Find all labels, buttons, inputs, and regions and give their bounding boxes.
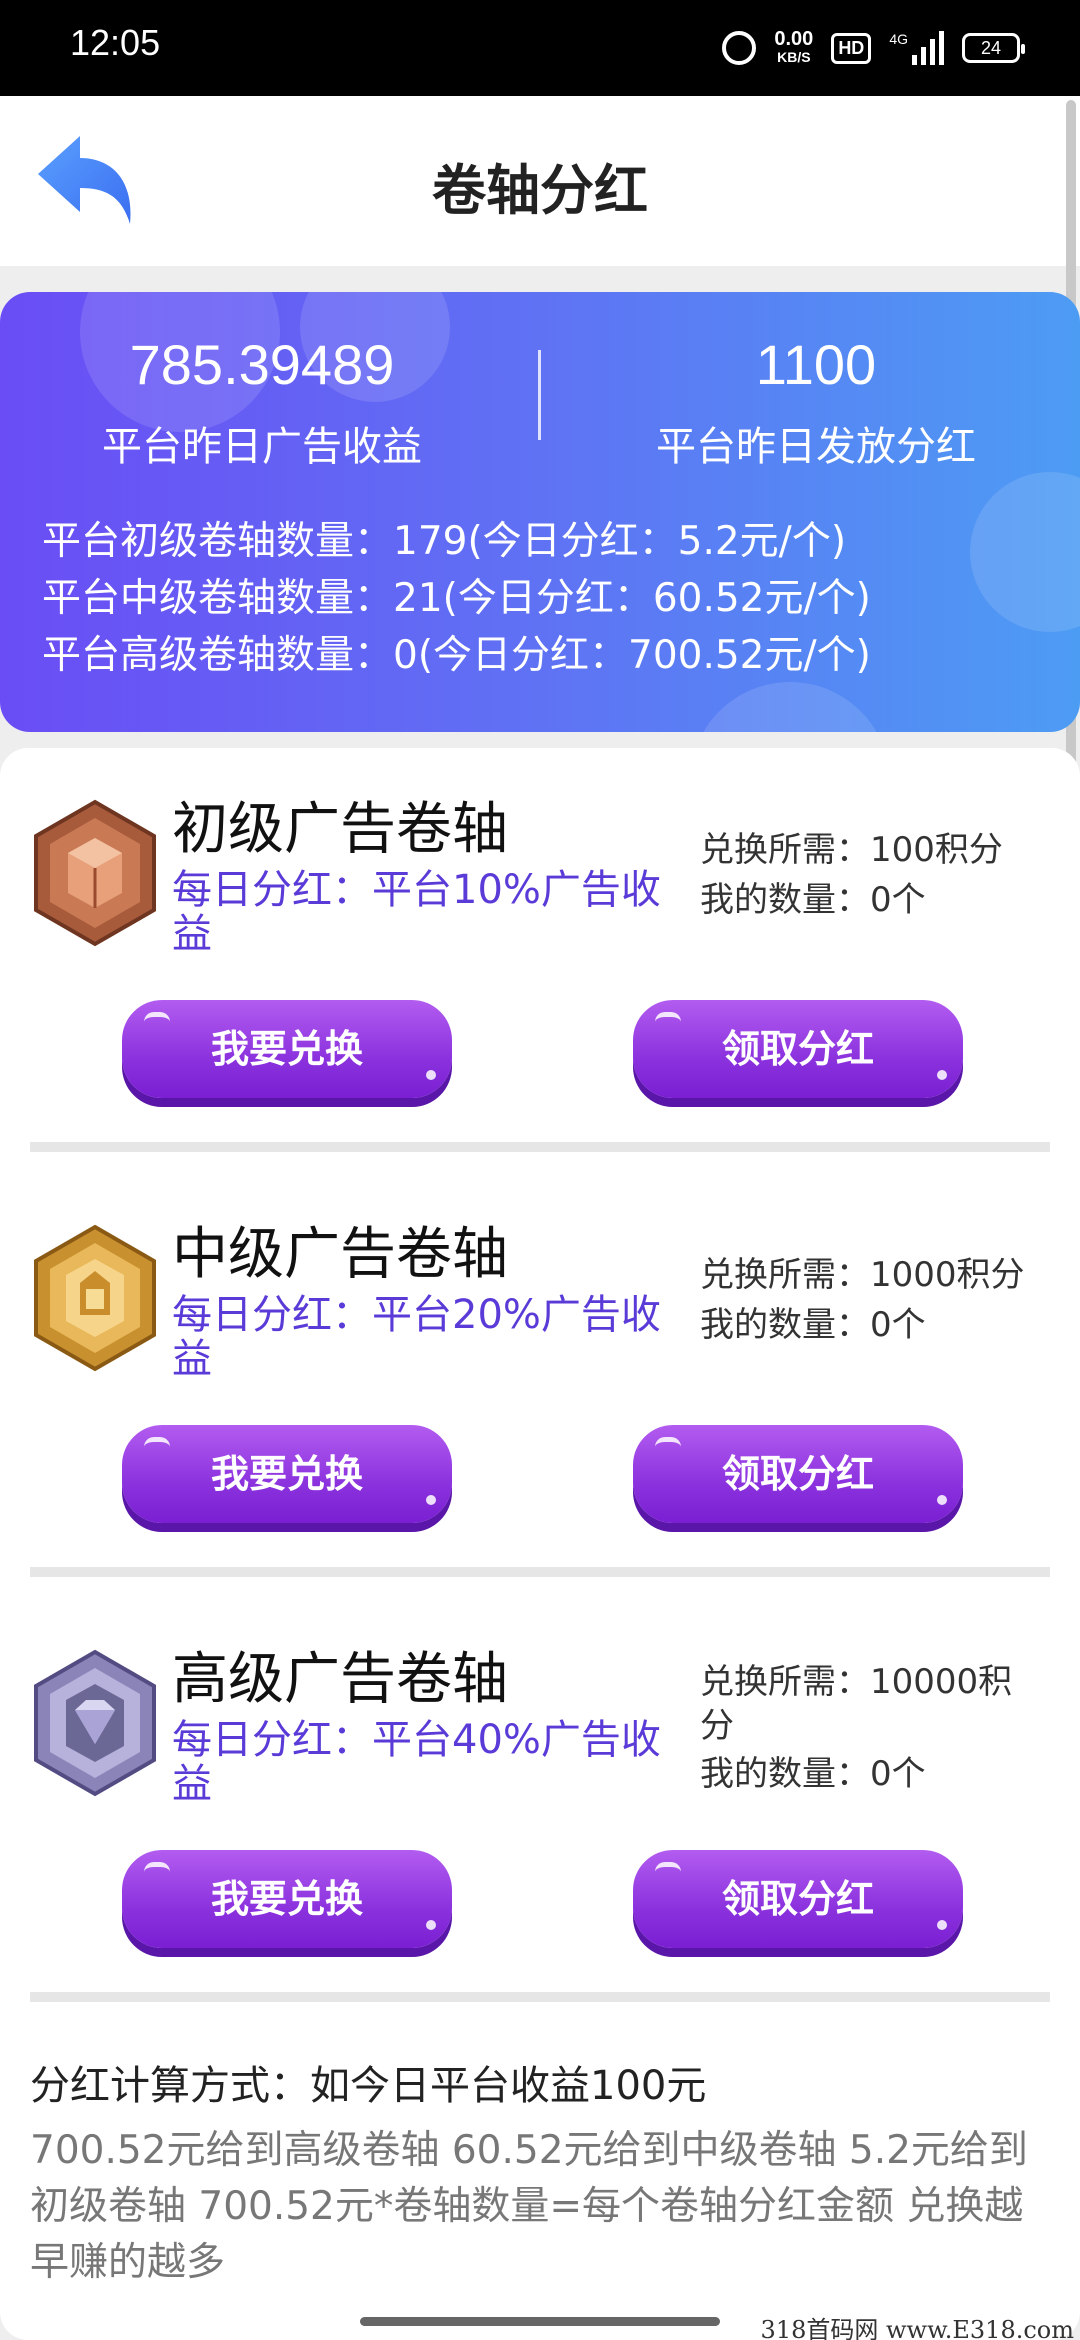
intermediate-scroll-count: 平台中级卷轴数量：21(今日分红：60.52元/个): [42, 576, 871, 621]
tier-intermediate: 中级广告卷轴 每日分红：平台20%广告收益 兑换所需：1000积分 我的数量：0…: [0, 1173, 1080, 1598]
gold-badge-icon: [34, 1224, 156, 1372]
tier-cost: 兑换所需：10000积分: [700, 1662, 1013, 1746]
battery-icon: 24: [962, 33, 1025, 63]
dividend-formula-title: 分红计算方式：如今日平台收益100元: [30, 2063, 707, 2109]
tier-advanced: 高级广告卷轴 每日分红：平台40%广告收益 兑换所需：10000积分 我的数量：…: [0, 1598, 1080, 2023]
primary-scroll-count: 平台初级卷轴数量：179(今日分红：5.2元/个): [42, 519, 847, 564]
claim-dividend-button[interactable]: 领取分红: [633, 1425, 963, 1523]
exchange-button[interactable]: 我要兑换: [122, 1000, 452, 1098]
advanced-scroll-count: 平台高级卷轴数量：0(今日分红：700.52元/个): [42, 633, 871, 678]
scroll-tiers-card: 初级广告卷轴 每日分红：平台10%广告收益 兑换所需：100积分 我的数量：0个…: [0, 748, 1080, 2340]
platform-stats-banner: 785.39489 平台昨日广告收益 1100 平台昨日发放分红 平台初级卷轴数…: [0, 292, 1080, 732]
divider: [30, 1567, 1050, 1577]
bronze-badge-icon: [34, 799, 156, 947]
tier-owned: 我的数量：0个: [700, 880, 926, 920]
dividend-formula-body: 700.52元给到高级卷轴 60.52元给到中级卷轴 5.2元给到初级卷轴 70…: [30, 2128, 1028, 2285]
tier-dividend-desc: 每日分红：平台10%广告收益: [172, 867, 661, 957]
tier-dividend-desc: 每日分红：平台40%广告收益: [172, 1717, 661, 1807]
tier-primary: 初级广告卷轴 每日分红：平台10%广告收益 兑换所需：100积分 我的数量：0个…: [0, 748, 1080, 1173]
network-speed: 0.00 KB/S: [774, 28, 814, 65]
divider: [30, 1992, 1050, 2002]
diamond-badge-icon: [34, 1649, 156, 1797]
exchange-button[interactable]: 我要兑换: [122, 1850, 452, 1948]
tier-cost: 兑换所需：1000积分: [700, 1255, 1025, 1295]
tier-name: 初级广告卷轴: [172, 797, 508, 862]
status-bar: 12:05 0.00 KB/S HD 4G 24: [0, 0, 1080, 96]
watermark: 318首码网 www.E318.com: [760, 2316, 1074, 2340]
status-time: 12:05: [70, 22, 161, 63]
tier-cost: 兑换所需：100积分: [700, 830, 1003, 870]
tier-owned: 我的数量：0个: [700, 1754, 926, 1794]
tier-dividend-desc: 每日分红：平台20%广告收益: [172, 1292, 661, 1382]
yesterday-dividend-label: 平台昨日发放分红: [656, 424, 976, 470]
tier-name: 中级广告卷轴: [172, 1222, 508, 1287]
nav-bar: 卷轴分红: [0, 96, 1080, 266]
claim-dividend-button[interactable]: 领取分红: [633, 1000, 963, 1098]
yesterday-dividend-value: 1100: [755, 333, 877, 396]
alarm-icon: [722, 31, 757, 65]
signal-icon: 4G: [889, 31, 944, 65]
yesterday-ad-income-label: 平台昨日广告收益: [102, 424, 422, 470]
stats-divider: [538, 350, 541, 440]
page-title: 卷轴分红: [432, 159, 648, 222]
home-indicator[interactable]: [360, 2317, 720, 2326]
tier-owned: 我的数量：0个: [700, 1305, 926, 1345]
exchange-button[interactable]: 我要兑换: [122, 1425, 452, 1523]
hd-icon: HD: [831, 32, 872, 64]
claim-dividend-button[interactable]: 领取分红: [633, 1850, 963, 1948]
yesterday-ad-income-value: 785.39489: [129, 333, 395, 396]
status-icons: 0.00 KB/S HD 4G 24: [722, 24, 1025, 72]
tier-name: 高级广告卷轴: [172, 1647, 508, 1712]
divider: [30, 1142, 1050, 1152]
